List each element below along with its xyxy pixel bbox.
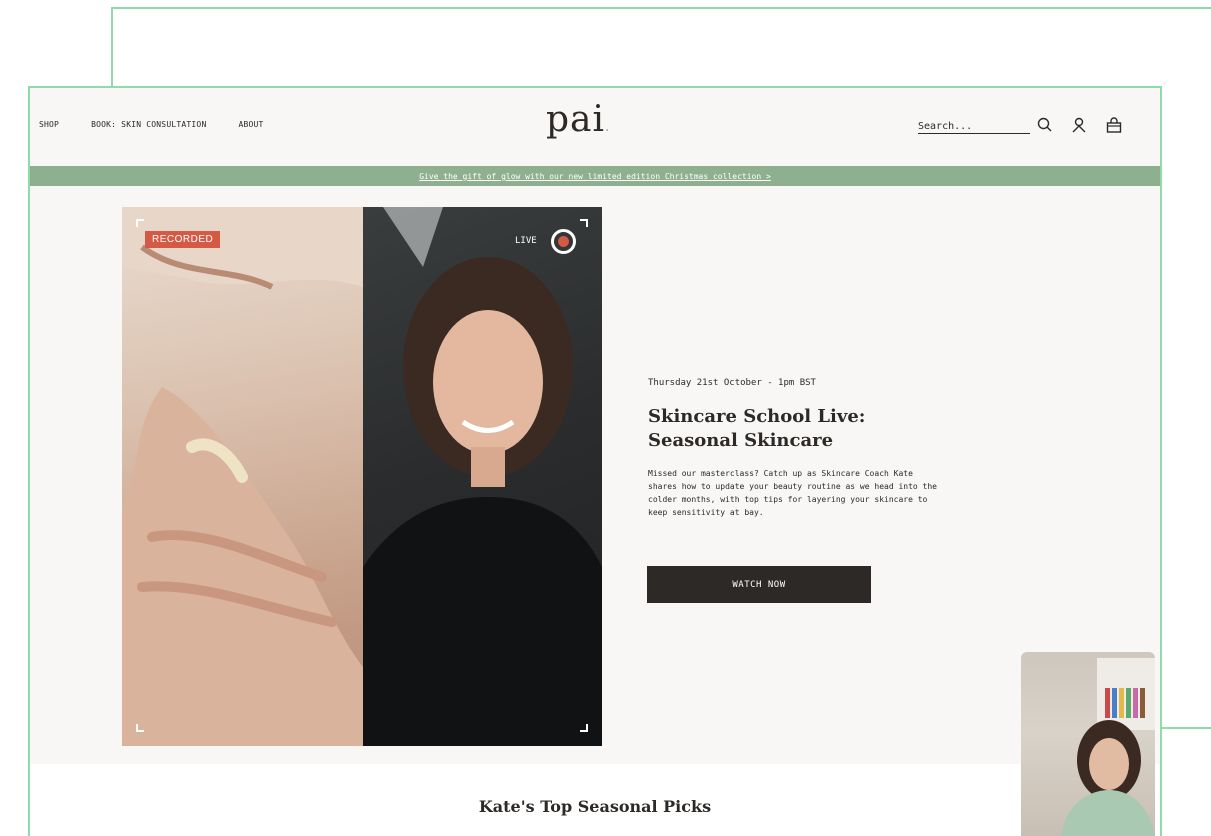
live-record-icon	[551, 229, 576, 254]
hero-text-block: Thursday 21st October - 1pm BST Skincare…	[648, 378, 948, 519]
picture-in-picture-video[interactable]	[1021, 652, 1155, 836]
nav-shop[interactable]: SHOP	[39, 120, 59, 129]
top-picks-section: Kate's Top Seasonal Picks	[30, 764, 1160, 836]
event-description: Missed our masterclass? Catch up as Skin…	[648, 469, 937, 517]
search-field-wrapper	[918, 116, 1030, 134]
frame-corner-icon	[136, 219, 144, 227]
logo-text: pai	[546, 99, 606, 140]
basket-icon[interactable]	[1105, 116, 1123, 134]
section-title: Kate's Top Seasonal Picks	[478, 797, 712, 816]
main-nav: SHOP BOOK: SKIN CONSULTATION ABOUT	[39, 120, 264, 129]
event-title-line2: Seasonal Skincare	[648, 430, 834, 451]
logo-dot: .	[605, 119, 611, 135]
hero-image-skincare-hands	[122, 207, 363, 746]
decorative-frame-back	[111, 7, 1211, 97]
nav-book-consultation[interactable]: BOOK: SKIN CONSULTATION	[91, 120, 206, 129]
site-header: SHOP BOOK: SKIN CONSULTATION ABOUT pai.	[30, 88, 1160, 166]
nav-about[interactable]: ABOUT	[238, 120, 263, 129]
event-title-line1: Skincare School Live:	[648, 406, 866, 427]
frame-corner-icon	[136, 724, 144, 732]
hero-image-presenter	[363, 207, 602, 746]
recorded-badge: RECORDED	[145, 231, 221, 248]
presenter-illustration	[363, 207, 602, 746]
user-icon[interactable]	[1070, 116, 1088, 134]
event-date: Thursday 21st October - 1pm BST	[648, 378, 816, 388]
hands-illustration	[122, 207, 363, 746]
promo-link[interactable]: Give the gift of glow with our new limit…	[419, 172, 771, 181]
decorative-line	[1160, 727, 1211, 729]
website-frame: SHOP BOOK: SKIN CONSULTATION ABOUT pai. …	[28, 86, 1162, 836]
brand-logo[interactable]: pai.	[546, 102, 610, 138]
search-input[interactable]	[918, 119, 1030, 132]
hero-video-thumbnail[interactable]: RECORDED LIVE	[122, 207, 602, 746]
frame-corner-icon	[580, 724, 588, 732]
promo-banner: Give the gift of glow with our new limit…	[30, 166, 1160, 186]
frame-corner-icon	[580, 219, 588, 227]
event-title: Skincare School Live: Seasonal Skincare	[648, 405, 948, 453]
live-label: LIVE	[515, 236, 537, 246]
watch-now-button[interactable]: WATCH NOW	[647, 566, 871, 603]
presenter-video-frame	[1061, 720, 1155, 836]
search-icon[interactable]	[1036, 116, 1054, 134]
